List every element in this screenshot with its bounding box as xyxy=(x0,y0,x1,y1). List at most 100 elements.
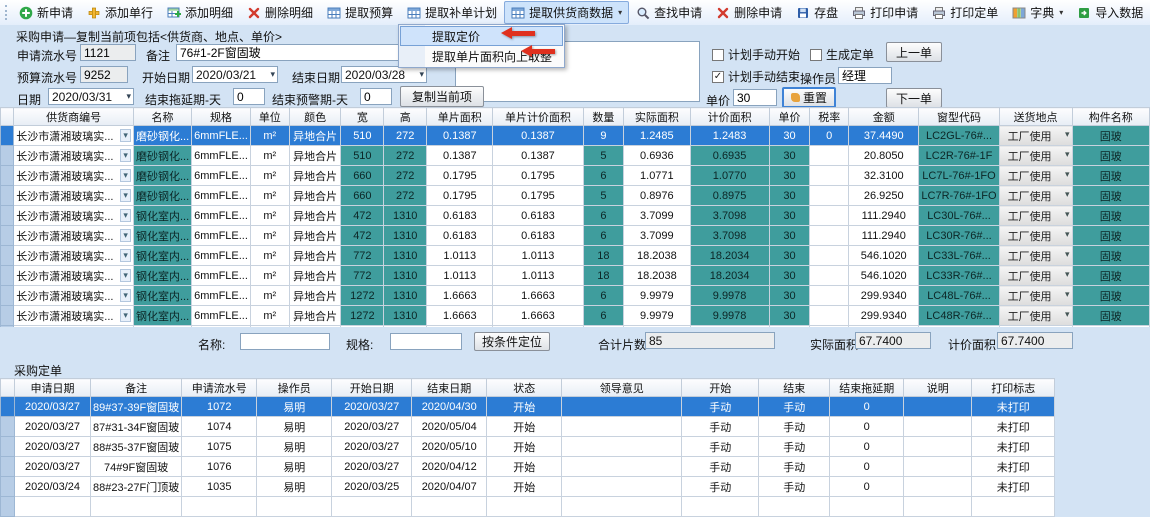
toolbar-button-fetch-supplier-data[interactable]: 提取供货商数据▾ xyxy=(504,1,629,24)
column-header[interactable]: 状态 xyxy=(487,379,562,397)
column-header[interactable]: 结束 xyxy=(759,379,830,397)
toolbar-button-print-order[interactable]: 打印定单 xyxy=(925,1,1005,24)
grid-cell[interactable]: 钢化室内... xyxy=(133,286,191,306)
grid-cell[interactable] xyxy=(682,497,759,517)
grid-cell[interactable]: 0 xyxy=(830,417,904,437)
column-header[interactable]: 颜色 xyxy=(289,108,341,126)
table-row[interactable]: 2020/03/2774#9F窗固玻1076易明2020/03/272020/0… xyxy=(1,457,1055,477)
grid-cell[interactable]: m² xyxy=(250,226,289,246)
grid-cell[interactable]: 未打印 xyxy=(972,477,1055,497)
grid-cell[interactable] xyxy=(810,206,849,226)
supplier-combo[interactable]: 长沙市潇湘玻璃实... xyxy=(14,266,134,286)
grid-cell[interactable]: 异地合片 xyxy=(289,306,341,326)
grid-cell[interactable] xyxy=(562,437,682,457)
grid-cell[interactable]: 272 xyxy=(384,166,427,186)
grid-cell[interactable]: 钢化室内... xyxy=(133,206,191,226)
grid-cell[interactable]: 固玻 xyxy=(1072,286,1149,306)
grid-cell[interactable]: 272 xyxy=(384,146,427,166)
supplier-combo[interactable]: 长沙市潇湘玻璃实... xyxy=(14,286,134,306)
grid-cell[interactable]: 2020/03/27 xyxy=(332,437,412,457)
delivery-location-combo[interactable]: 工厂使用 xyxy=(999,226,1072,246)
copy-current-button[interactable]: 复制当前项 xyxy=(400,86,484,107)
grid-cell[interactable]: 9.9978 xyxy=(690,286,769,306)
grid-cell[interactable]: 6mmFLE... xyxy=(192,146,251,166)
grid-cell[interactable]: 3.7098 xyxy=(690,206,769,226)
grid-cell[interactable]: 6mmFLE... xyxy=(192,226,251,246)
grid-cell[interactable] xyxy=(332,497,412,517)
grid-cell[interactable] xyxy=(904,477,972,497)
grid-cell[interactable]: 6 xyxy=(583,226,624,246)
end-date-combo[interactable]: 2020/03/28 xyxy=(341,66,427,83)
start-date-combo[interactable]: 2020/03/21 xyxy=(192,66,278,83)
previous-order-button[interactable]: 上一单 xyxy=(886,42,942,62)
column-header[interactable]: 数量 xyxy=(583,108,624,126)
grid-cell[interactable]: 1310 xyxy=(384,306,427,326)
grid-cell[interactable]: 易明 xyxy=(257,457,332,477)
grid-cell[interactable]: m² xyxy=(250,306,289,326)
grid-cell[interactable]: 30 xyxy=(769,226,810,246)
grid-cell[interactable]: 0.1387 xyxy=(427,146,493,166)
grid-cell[interactable]: 3.7099 xyxy=(624,226,690,246)
grid-cell[interactable]: 18 xyxy=(583,266,624,286)
grid-cell[interactable]: 5 xyxy=(583,146,624,166)
grid-cell[interactable]: 299.9340 xyxy=(849,306,919,326)
grid-cell[interactable]: 未打印 xyxy=(972,397,1055,417)
grid-cell[interactable]: 0.1387 xyxy=(493,146,583,166)
unit-price-input[interactable] xyxy=(733,89,777,106)
delivery-location-combo[interactable]: 工厂使用 xyxy=(999,166,1072,186)
grid-cell[interactable]: 0 xyxy=(810,126,849,146)
grid-cell[interactable]: m² xyxy=(250,286,289,306)
grid-cell[interactable]: 手动 xyxy=(759,477,830,497)
grid-cell[interactable]: 1.6663 xyxy=(427,306,493,326)
grid-cell[interactable]: 2020/03/27 xyxy=(332,397,412,417)
date-combo[interactable]: 2020/03/31 xyxy=(48,88,134,105)
grid-cell[interactable]: 111.2940 xyxy=(849,226,919,246)
toolbar-button-import-data[interactable]: 导入数据 xyxy=(1070,1,1150,24)
grid-cell[interactable]: 510 xyxy=(341,146,384,166)
grid-cell[interactable]: 固玻 xyxy=(1072,246,1149,266)
grid-cell[interactable]: 472 xyxy=(341,206,384,226)
column-header[interactable]: 操作员 xyxy=(257,379,332,397)
grid-cell[interactable] xyxy=(257,497,332,517)
column-header[interactable]: 宽 xyxy=(341,108,384,126)
grid-cell[interactable]: 18.2034 xyxy=(690,266,769,286)
next-order-button[interactable]: 下一单 xyxy=(886,88,942,108)
grid-cell[interactable]: 88#35-37F窗固玻 xyxy=(91,437,182,457)
budget-serial-input[interactable] xyxy=(80,66,128,83)
grid-cell[interactable]: m² xyxy=(250,266,289,286)
grid-cell[interactable]: 0.6183 xyxy=(427,206,493,226)
grid-cell[interactable]: 手动 xyxy=(682,477,759,497)
toolbar-button-fetch-budget[interactable]: 提取预算 xyxy=(320,1,400,24)
column-header[interactable]: 开始 xyxy=(682,379,759,397)
grid-cell[interactable]: 磨砂钢化... xyxy=(133,186,191,206)
toolbar-button-print-application[interactable]: 打印申请 xyxy=(845,1,925,24)
supplier-combo[interactable]: 长沙市潇湘玻璃实... xyxy=(14,126,134,146)
toolbar-button-delete-application[interactable]: 删除申请 xyxy=(709,1,789,24)
grid-cell[interactable]: 6mmFLE... xyxy=(192,246,251,266)
grid-cell[interactable]: LC48L-76#... xyxy=(919,286,999,306)
toolbar-button-new-application[interactable]: 新申请 xyxy=(12,1,80,24)
grid-cell[interactable]: 固玻 xyxy=(1072,266,1149,286)
reset-button[interactable]: 重置 xyxy=(782,87,836,108)
table-row[interactable]: 2020/03/2788#35-37F窗固玻1075易明2020/03/2720… xyxy=(1,437,1055,457)
grid-cell[interactable] xyxy=(562,477,682,497)
grid-cell[interactable]: 660 xyxy=(341,166,384,186)
grid-cell[interactable]: 1310 xyxy=(384,246,427,266)
column-header[interactable]: 领导意见 xyxy=(562,379,682,397)
grid-cell[interactable]: 30 xyxy=(769,306,810,326)
delivery-location-combo[interactable]: 工厂使用 xyxy=(999,246,1072,266)
grid-cell[interactable]: 272 xyxy=(384,186,427,206)
grid-cell[interactable]: 0 xyxy=(830,477,904,497)
grid-cell[interactable] xyxy=(904,417,972,437)
grid-cell[interactable]: 1.0113 xyxy=(493,266,583,286)
grid-cell[interactable]: 6mmFLE... xyxy=(192,166,251,186)
grid-cell[interactable]: 9 xyxy=(583,126,624,146)
grid-cell[interactable]: 87#31-34F窗固玻 xyxy=(91,417,182,437)
grid-cell[interactable]: 0.1795 xyxy=(493,166,583,186)
grid-cell[interactable] xyxy=(562,457,682,477)
grid-cell[interactable] xyxy=(904,457,972,477)
grid-cell[interactable] xyxy=(830,497,904,517)
grid-cell[interactable]: 2020/04/07 xyxy=(412,477,487,497)
grid-cell[interactable]: 0 xyxy=(830,397,904,417)
plan-manual-start-checkbox[interactable]: 计划手动开始 xyxy=(712,46,800,63)
